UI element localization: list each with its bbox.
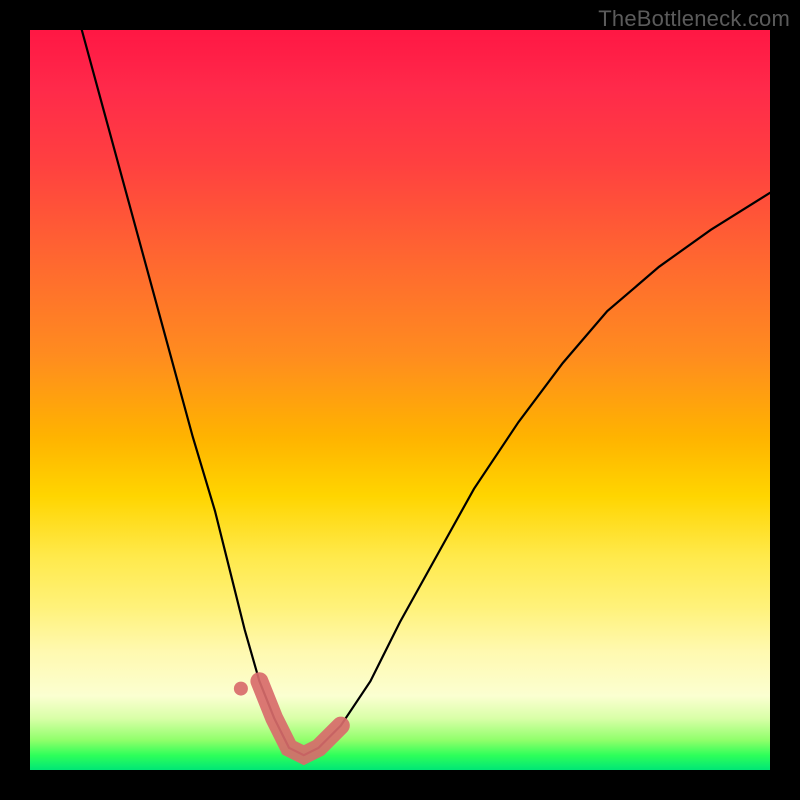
outer-frame: TheBottleneck.com: [0, 0, 800, 800]
highlight-dot: [234, 682, 248, 696]
chart-overlay: [30, 30, 770, 770]
highlight-band: [259, 681, 340, 755]
watermark-text: TheBottleneck.com: [598, 6, 790, 32]
bottleneck-curve: [82, 30, 770, 755]
